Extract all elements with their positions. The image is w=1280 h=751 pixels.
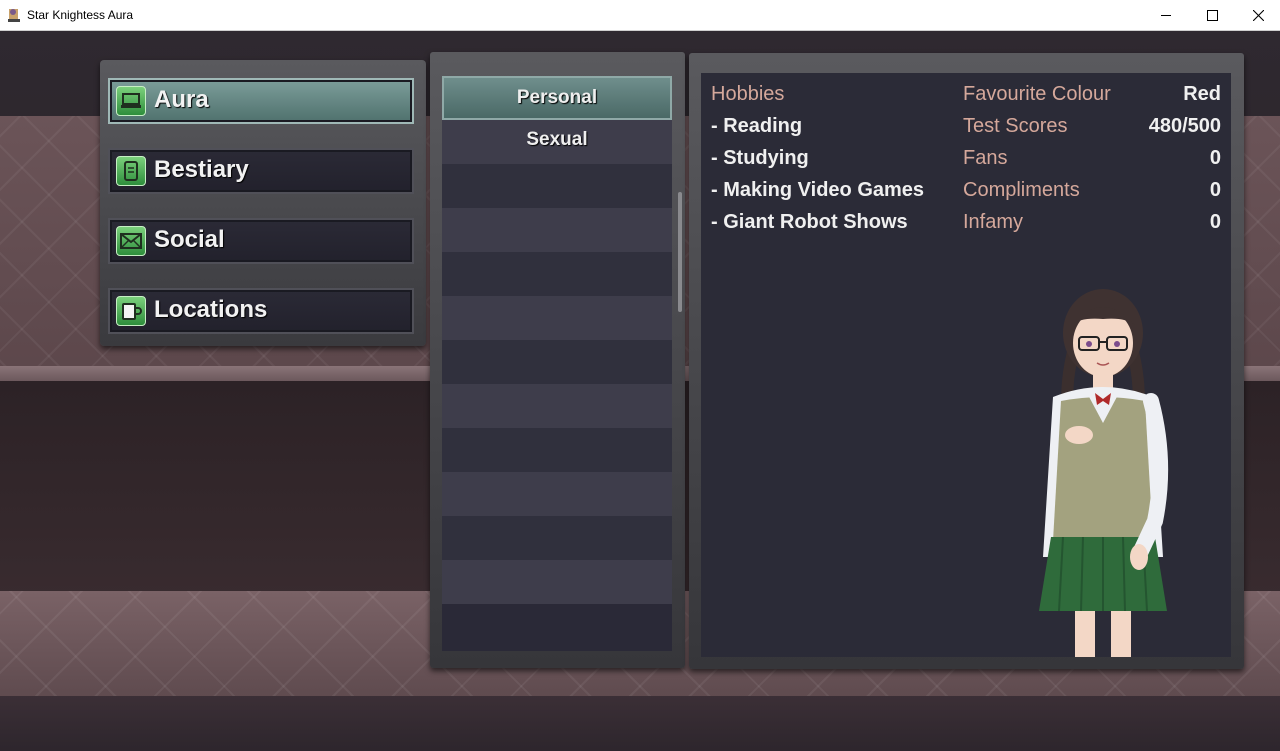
- category-list-panel: Personal Sexual: [430, 52, 685, 668]
- app-icon: [8, 9, 20, 22]
- hobby-item: - Studying: [711, 147, 809, 169]
- close-button[interactable]: [1235, 0, 1280, 30]
- detail-panel: Hobbies - Reading - Studying - Making Vi…: [689, 53, 1244, 669]
- list-item: [442, 384, 672, 428]
- list-item: [442, 252, 672, 296]
- category-item-label: Personal: [516, 87, 598, 108]
- laptop-icon: [116, 86, 146, 116]
- list-item: [442, 472, 672, 516]
- background-floor-shadow: [0, 696, 1280, 751]
- stat-label-compliments: Compliments: [963, 179, 1080, 201]
- list-item: [442, 560, 672, 604]
- stat-label-favourite-colour: Favourite Colour: [963, 83, 1111, 105]
- game-scene: Aura Bestiary Social Locations Personal: [0, 31, 1280, 751]
- menu-item-label: Social: [154, 226, 225, 253]
- scroll-icon: [116, 156, 146, 186]
- hobby-item: - Giant Robot Shows: [711, 211, 908, 233]
- stat-label-test-scores: Test Scores: [963, 115, 1068, 137]
- minimize-button[interactable]: [1143, 0, 1189, 30]
- menu-item-aura[interactable]: Aura: [108, 78, 414, 124]
- list-item: [442, 208, 672, 252]
- category-list: Personal Sexual: [442, 76, 672, 651]
- maximize-button[interactable]: [1189, 0, 1235, 30]
- hobby-item: - Reading: [711, 115, 803, 137]
- stat-value-compliments: 0: [1209, 179, 1221, 201]
- window-title: Star Knightess Aura: [27, 8, 134, 22]
- stat-label-infamy: Infamy: [963, 211, 1024, 233]
- list-item: [442, 428, 672, 472]
- close-icon: [1252, 9, 1264, 21]
- list-item: [442, 164, 672, 208]
- detail-content: Hobbies - Reading - Studying - Making Vi…: [701, 73, 1231, 657]
- category-item-personal[interactable]: Personal: [442, 76, 672, 120]
- window-titlebar: Star Knightess Aura: [0, 0, 1280, 31]
- stat-value-fans: 0: [1209, 147, 1221, 169]
- menu-item-label: Bestiary: [154, 156, 249, 183]
- main-menu: Aura Bestiary Social Locations: [100, 60, 426, 346]
- stat-value-infamy: 0: [1209, 211, 1221, 233]
- envelope-icon: [116, 226, 146, 256]
- list-item: [442, 516, 672, 560]
- menu-item-label: Aura: [154, 86, 209, 113]
- category-item-label: Sexual: [526, 129, 588, 150]
- list-item: [442, 296, 672, 340]
- hobby-item: - Making Video Games: [711, 179, 925, 201]
- menu-item-locations[interactable]: Locations: [108, 288, 414, 334]
- list-item: [442, 340, 672, 384]
- stat-value-test-scores: 480/500: [1148, 115, 1221, 137]
- list-scrollbar[interactable]: [678, 192, 682, 312]
- menu-item-bestiary[interactable]: Bestiary: [108, 148, 414, 194]
- menu-item-label: Locations: [154, 296, 268, 323]
- character-portrait: [1039, 289, 1169, 657]
- stat-value-favourite-colour: Red: [1183, 83, 1221, 105]
- stat-label-fans: Fans: [963, 147, 1008, 169]
- hobbies-title: Hobbies: [711, 83, 785, 105]
- maximize-icon: [1206, 9, 1218, 21]
- category-item-sexual[interactable]: Sexual: [442, 120, 672, 164]
- minimize-icon: [1160, 14, 1171, 16]
- menu-item-social[interactable]: Social: [108, 218, 414, 264]
- mug-icon: [116, 296, 146, 326]
